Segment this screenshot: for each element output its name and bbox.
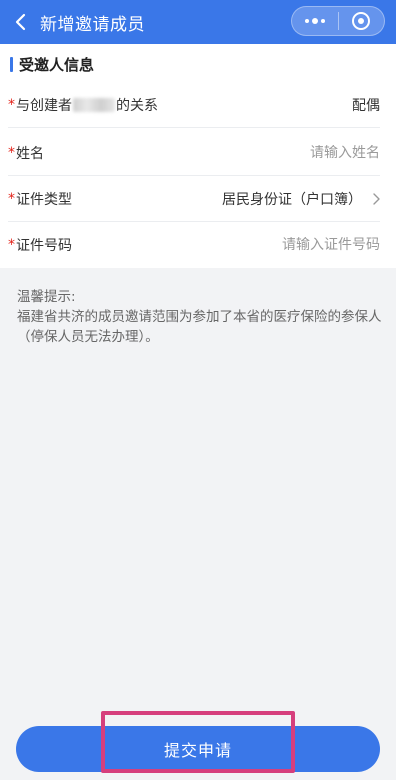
close-target-icon — [352, 12, 371, 30]
back-arrow-icon — [15, 13, 26, 31]
relation-label: * 与创建者 的关系 — [8, 95, 158, 115]
page-title: 新增邀请成员 — [40, 14, 145, 35]
chevron-right-icon — [373, 192, 380, 205]
name-label: * 姓名 — [8, 143, 44, 163]
blurred-creator-name — [73, 97, 115, 112]
name-label-text: 姓名 — [16, 145, 44, 162]
relation-value: 配偶 — [352, 97, 380, 114]
name-input[interactable] — [200, 144, 380, 161]
section-accent-bar — [10, 56, 13, 72]
miniprogram-capsule — [291, 6, 385, 36]
more-button[interactable] — [292, 7, 338, 35]
id-type-label: * 证件类型 — [8, 189, 72, 209]
id-type-select[interactable]: 居民身份证（户口簿） — [222, 189, 380, 209]
relation-label-prefix: 与创建者 — [16, 97, 72, 114]
submit-button[interactable]: 提交申请 — [16, 726, 380, 772]
close-button[interactable] — [339, 7, 385, 35]
name-row: * 姓名 — [8, 130, 380, 176]
tip-body: 福建省共济的成员邀请范围为参加了本省的医疗保险的参保人（停保人员无法办理）。 — [17, 309, 382, 345]
required-mark: * — [8, 96, 15, 113]
more-dots-icon — [304, 18, 325, 24]
id-number-row: * 证件号码 — [8, 222, 380, 268]
required-mark: * — [8, 144, 15, 161]
required-mark: * — [8, 237, 15, 253]
back-button[interactable] — [0, 0, 40, 44]
relation-row[interactable]: * 与创建者 的关系 配偶 — [8, 82, 380, 128]
id-number-label: * 证件号码 — [8, 235, 72, 255]
id-number-label-text: 证件号码 — [16, 238, 72, 254]
id-type-row[interactable]: * 证件类型 居民身份证（户口簿） — [8, 176, 380, 222]
id-type-value: 居民身份证（户口簿） — [222, 191, 362, 208]
tip-notice: 温馨提示: 福建省共济的成员邀请范围为参加了本省的医疗保险的参保人（停保人员无法… — [17, 287, 382, 347]
id-number-input[interactable] — [200, 237, 380, 253]
bottom-bar: 提交申请 — [0, 718, 396, 780]
section-title: 受邀人信息 — [10, 55, 95, 74]
nav-bar: 新增邀请成员 — [0, 0, 396, 44]
section-title-text: 受邀人信息 — [19, 55, 95, 74]
tip-heading: 温馨提示: — [17, 289, 76, 305]
id-type-label-text: 证件类型 — [16, 191, 72, 208]
invitee-form: 受邀人信息 * 与创建者 的关系 配偶 * 姓名 * 证件类型 居民身份证（户口… — [0, 44, 396, 268]
required-mark: * — [8, 190, 15, 207]
relation-label-suffix: 的关系 — [116, 97, 158, 114]
